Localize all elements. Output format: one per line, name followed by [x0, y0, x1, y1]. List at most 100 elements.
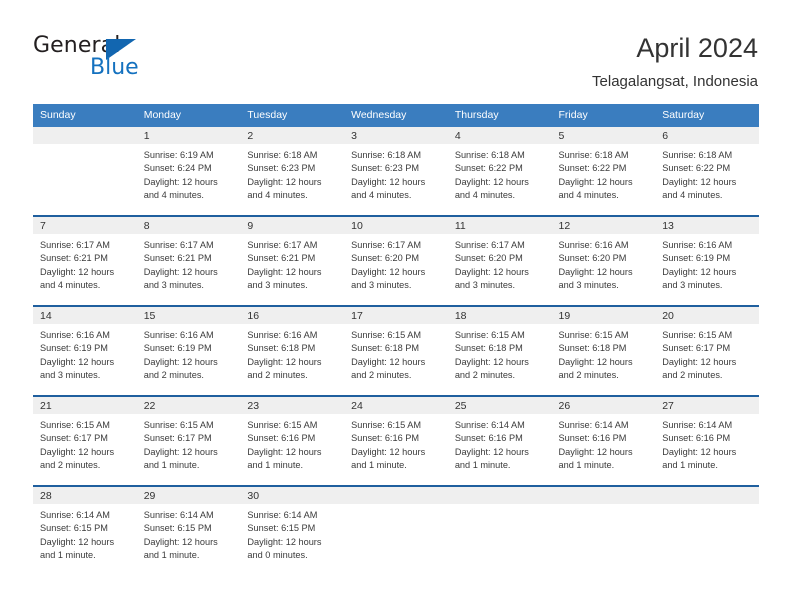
detail-daylight1: Daylight: 12 hours — [662, 266, 737, 277]
calendar-day-cell[interactable]: 1 Sunrise: 6:19 AM Sunset: 6:24 PM Daylight… — [136, 127, 241, 215]
calendar-day-cell[interactable]: 20 Sunrise: 6:15 AM Sunset: 6:17 PM Dayligh… — [655, 307, 759, 395]
detail-sunset: Sunset: 6:17 PM — [40, 433, 108, 444]
detail-sunrise: Sunrise: 6:18 AM — [351, 150, 422, 160]
day-details: Sunrise: 6:15 AM Sunset: 6:18 PM Daylight:… — [552, 324, 656, 382]
detail-daylight2: and 1 minute. — [558, 459, 615, 470]
detail-sunset: Sunset: 6:22 PM — [558, 163, 627, 174]
calendar-day-cell[interactable]: 26 Sunrise: 6:14 AM Sunset: 6:16 PM Dayligh… — [551, 397, 656, 485]
calendar-day-cell[interactable]: 24 Sunrise: 6:15 AM Sunset: 6:16 PM Dayligh… — [344, 397, 448, 485]
calendar-day-cell[interactable]: 2 Sunrise: 6:18 AM Sunset: 6:23 PM Daylight… — [240, 127, 345, 215]
calendar-day-cell[interactable]: 11 Sunrise: 6:17 AM Sunset: 6:20 PM Dayligh… — [447, 217, 552, 305]
calendar-day-cell[interactable]: 28 Sunrise: 6:14 AM Sunset: 6:15 PM Dayligh… — [33, 487, 137, 575]
detail-daylight1: Daylight: 12 hours — [662, 446, 737, 457]
day-details: Sunrise: 6:15 AM Sunset: 6:16 PM Daylight:… — [240, 414, 344, 472]
detail-sunset: Sunset: 6:21 PM — [40, 253, 108, 264]
detail-sunrise: Sunrise: 6:15 AM — [454, 330, 525, 340]
calendar-week-row: 1 Sunrise: 6:19 AM Sunset: 6:24 PM Daylight… — [33, 127, 759, 216]
calendar-day-cell[interactable]: 21 Sunrise: 6:15 AM Sunset: 6:17 PM Dayligh… — [33, 397, 137, 485]
detail-sunset: Sunset: 6:24 PM — [143, 163, 212, 174]
detail-sunrise: Sunrise: 6:19 AM — [143, 150, 214, 160]
calendar-day-cell[interactable]: 14 Sunrise: 6:16 AM Sunset: 6:19 PM Dayligh… — [33, 307, 137, 395]
detail-sunset: Sunset: 6:20 PM — [351, 253, 420, 264]
detail-sunrise: Sunrise: 6:18 AM — [247, 150, 318, 160]
detail-sunrise: Sunrise: 6:15 AM — [558, 330, 629, 340]
detail-sunrise: Sunrise: 6:18 AM — [558, 150, 629, 160]
calendar-day-cell[interactable]: 3 Sunrise: 6:18 AM Sunset: 6:23 PM Daylight… — [344, 127, 448, 215]
detail-daylight1: Daylight: 12 hours — [40, 356, 115, 367]
detail-daylight2: and 1 minute. — [143, 549, 200, 560]
detail-daylight1: Daylight: 12 hours — [143, 536, 218, 547]
day-number: 3 — [344, 127, 448, 144]
detail-sunrise: Sunrise: 6:15 AM — [351, 330, 422, 340]
calendar-day-cell[interactable]: 25 Sunrise: 6:14 AM Sunset: 6:16 PM Dayligh… — [447, 397, 552, 485]
calendar-day-cell[interactable]: 8 Sunrise: 6:17 AM Sunset: 6:21 PM Daylight… — [136, 217, 241, 305]
calendar-day-cell[interactable]: 7 Sunrise: 6:17 AM Sunset: 6:21 PM Daylight… — [33, 217, 137, 305]
detail-sunrise: Sunrise: 6:17 AM — [143, 240, 214, 250]
calendar-day-cell[interactable]: 18 Sunrise: 6:15 AM Sunset: 6:18 PM Dayligh… — [447, 307, 552, 395]
detail-sunrise: Sunrise: 6:14 AM — [247, 510, 318, 520]
calendar-week-row: 14 Sunrise: 6:16 AM Sunset: 6:19 PM Dayligh… — [33, 305, 759, 396]
detail-daylight2: and 4 minutes. — [558, 189, 619, 200]
calendar-day-cell[interactable]: 29 Sunrise: 6:14 AM Sunset: 6:15 PM Dayligh… — [136, 487, 241, 575]
calendar-cell-empty — [655, 487, 759, 575]
day-number: 23 — [240, 397, 345, 414]
detail-sunset: Sunset: 6:21 PM — [143, 253, 212, 264]
detail-sunset: Sunset: 6:17 PM — [662, 343, 731, 354]
general-blue-logo: General Blue — [33, 33, 163, 81]
day-details: Sunrise: 6:15 AM Sunset: 6:16 PM Daylight:… — [344, 414, 448, 472]
day-details: Sunrise: 6:14 AM Sunset: 6:16 PM Daylight:… — [552, 414, 656, 472]
detail-daylight1: Daylight: 12 hours — [40, 446, 115, 457]
calendar-day-cell[interactable]: 13 Sunrise: 6:16 AM Sunset: 6:19 PM Dayligh… — [655, 217, 759, 305]
calendar-day-cell[interactable]: 4 Sunrise: 6:18 AM Sunset: 6:22 PM Daylight… — [447, 127, 552, 215]
calendar-day-cell[interactable]: 5 Sunrise: 6:18 AM Sunset: 6:22 PM Daylight… — [551, 127, 656, 215]
calendar-day-cell[interactable]: 6 Sunrise: 6:18 AM Sunset: 6:22 PM Daylight… — [655, 127, 759, 215]
detail-sunrise: Sunrise: 6:14 AM — [454, 420, 525, 430]
calendar-day-cell[interactable]: 27 Sunrise: 6:14 AM Sunset: 6:16 PM Dayligh… — [655, 397, 759, 485]
detail-daylight1: Daylight: 12 hours — [247, 266, 322, 277]
day-details: Sunrise: 6:17 AM Sunset: 6:20 PM Daylight:… — [344, 234, 448, 292]
detail-daylight2: and 4 minutes. — [247, 189, 308, 200]
detail-daylight2: and 1 minute. — [351, 459, 407, 470]
weekday-header-friday: Friday — [551, 104, 656, 127]
detail-sunset: Sunset: 6:18 PM — [558, 343, 627, 354]
detail-daylight1: Daylight: 12 hours — [143, 446, 218, 457]
detail-daylight2: and 1 minute. — [40, 549, 96, 560]
detail-sunrise: Sunrise: 6:14 AM — [40, 510, 110, 520]
detail-daylight2: and 2 minutes. — [662, 369, 723, 380]
detail-daylight1: Daylight: 12 hours — [40, 266, 115, 277]
day-details: Sunrise: 6:14 AM Sunset: 6:16 PM Daylight:… — [448, 414, 552, 472]
calendar-day-cell[interactable]: 9 Sunrise: 6:17 AM Sunset: 6:21 PM Daylight… — [240, 217, 345, 305]
detail-sunset: Sunset: 6:15 PM — [40, 523, 108, 534]
calendar-day-cell[interactable]: 16 Sunrise: 6:16 AM Sunset: 6:18 PM Dayligh… — [240, 307, 345, 395]
page-title: April 2024 — [636, 33, 758, 63]
detail-daylight2: and 1 minute. — [143, 459, 200, 470]
day-number: 14 — [33, 307, 137, 324]
detail-daylight1: Daylight: 12 hours — [558, 266, 633, 277]
detail-sunset: Sunset: 6:19 PM — [143, 343, 212, 354]
detail-sunrise: Sunrise: 6:15 AM — [351, 420, 422, 430]
calendar-day-cell[interactable]: 12 Sunrise: 6:16 AM Sunset: 6:20 PM Dayligh… — [551, 217, 656, 305]
detail-daylight2: and 4 minutes. — [351, 189, 412, 200]
calendar-week-row: 7 Sunrise: 6:17 AM Sunset: 6:21 PM Daylight… — [33, 215, 759, 306]
day-number: 21 — [33, 397, 137, 414]
detail-sunrise: Sunrise: 6:16 AM — [143, 330, 214, 340]
calendar-day-cell[interactable]: 23 Sunrise: 6:15 AM Sunset: 6:16 PM Dayligh… — [240, 397, 345, 485]
day-number — [551, 487, 656, 504]
calendar-day-cell[interactable]: 19 Sunrise: 6:15 AM Sunset: 6:18 PM Dayligh… — [551, 307, 656, 395]
calendar-day-cell[interactable]: 10 Sunrise: 6:17 AM Sunset: 6:20 PM Dayligh… — [344, 217, 448, 305]
calendar-day-cell[interactable]: 15 Sunrise: 6:16 AM Sunset: 6:19 PM Dayligh… — [136, 307, 241, 395]
day-number: 29 — [136, 487, 241, 504]
day-number: 26 — [551, 397, 656, 414]
day-details: Sunrise: 6:16 AM Sunset: 6:18 PM Daylight:… — [240, 324, 344, 382]
day-details: Sunrise: 6:17 AM Sunset: 6:20 PM Daylight:… — [448, 234, 552, 292]
calendar-day-cell[interactable]: 30 Sunrise: 6:14 AM Sunset: 6:15 PM Dayligh… — [240, 487, 345, 575]
day-details: Sunrise: 6:16 AM Sunset: 6:19 PM Daylight:… — [33, 324, 137, 382]
detail-daylight1: Daylight: 12 hours — [454, 176, 529, 187]
detail-sunset: Sunset: 6:17 PM — [143, 433, 212, 444]
detail-daylight1: Daylight: 12 hours — [351, 176, 426, 187]
detail-sunset: Sunset: 6:16 PM — [558, 433, 627, 444]
calendar-cell-empty — [33, 127, 137, 215]
calendar-day-cell[interactable]: 17 Sunrise: 6:15 AM Sunset: 6:18 PM Dayligh… — [344, 307, 448, 395]
calendar-day-cell[interactable]: 22 Sunrise: 6:15 AM Sunset: 6:17 PM Dayligh… — [136, 397, 241, 485]
detail-daylight1: Daylight: 12 hours — [351, 446, 426, 457]
